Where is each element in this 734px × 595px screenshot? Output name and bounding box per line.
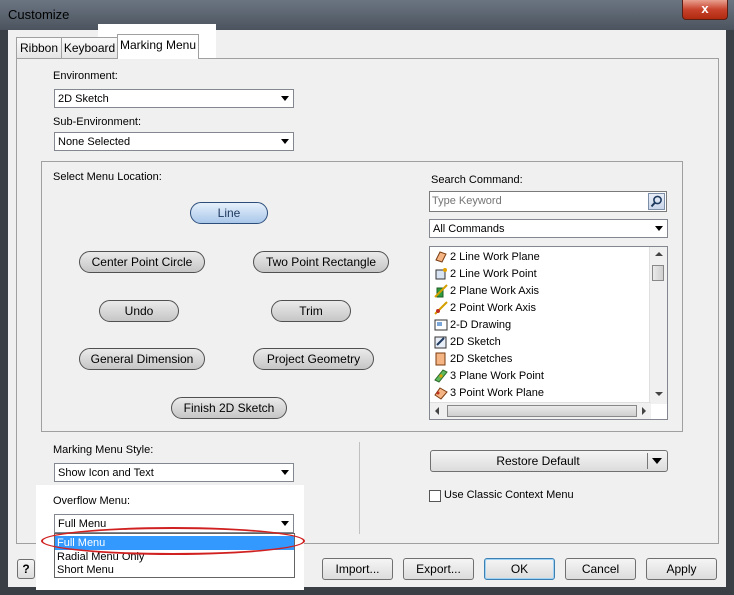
work-point-icon [434, 267, 448, 281]
list-item[interactable]: 2-D Drawing [434, 317, 511, 334]
menu-slot-project-geometry[interactable]: Project Geometry [253, 348, 374, 370]
menu-slot-finish-2d-sketch[interactable]: Finish 2D Sketch [171, 397, 287, 419]
command-filter-value: All Commands [433, 223, 505, 235]
scroll-thumb[interactable] [447, 405, 637, 417]
window-title: Customize [8, 7, 70, 22]
list-item[interactable]: 2 Point Work Axis [434, 300, 536, 317]
search-command-label: Search Command: [431, 174, 523, 186]
work-plane-icon [434, 250, 448, 264]
close-button[interactable]: x [682, 0, 728, 20]
split-divider [647, 453, 648, 469]
command-list[interactable]: 2 Line Work Plane 2 Line Work Point 2 Pl… [429, 246, 668, 420]
work-axis-icon [434, 301, 448, 315]
scroll-left-icon[interactable] [435, 407, 439, 415]
scroll-up-icon[interactable] [655, 252, 663, 256]
dropdown-option-short-menu[interactable]: Short Menu [55, 563, 294, 577]
import-button[interactable]: Import... [322, 558, 393, 580]
chevron-down-icon[interactable] [652, 458, 662, 464]
classic-context-menu-checkbox[interactable] [429, 490, 441, 502]
menu-location-label: Select Menu Location: [53, 171, 162, 183]
marking-menu-style-select[interactable]: Show Icon and Text [54, 463, 294, 482]
export-button[interactable]: Export... [403, 558, 474, 580]
search-box [429, 191, 667, 212]
environment-value: 2D Sketch [58, 93, 109, 105]
menu-slot-undo[interactable]: Undo [99, 300, 179, 322]
annotation-circle [41, 527, 305, 555]
list-item[interactable]: 2 Line Work Point [434, 266, 537, 283]
sub-environment-select[interactable]: None Selected [54, 132, 294, 151]
chevron-down-icon [281, 139, 289, 144]
list-item[interactable]: 2 Line Work Plane [434, 249, 540, 266]
tab-keyboard[interactable]: Keyboard [61, 37, 118, 59]
sub-environment-label: Sub-Environment: [53, 116, 142, 128]
sub-environment-value: None Selected [58, 136, 131, 148]
close-icon: x [701, 1, 709, 16]
restore-default-button[interactable]: Restore Default [430, 450, 668, 472]
menu-slot-general-dimension[interactable]: General Dimension [79, 348, 205, 370]
overflow-menu-value: Full Menu [58, 518, 107, 530]
list-item[interactable]: 3 Point Work Plane [434, 385, 544, 402]
chevron-down-icon [281, 470, 289, 475]
work-plane-icon [434, 386, 448, 400]
command-filter-select[interactable]: All Commands [429, 219, 668, 238]
scroll-right-icon[interactable] [642, 407, 646, 415]
marking-menu-style-label: Marking Menu Style: [53, 444, 154, 456]
menu-slot-line[interactable]: Line [190, 202, 268, 224]
tab-marking-menu[interactable]: Marking Menu [117, 34, 199, 59]
environment-select[interactable]: 2D Sketch [54, 89, 294, 108]
list-item[interactable]: 3 Plane Work Point [434, 368, 544, 385]
sketch-icon [434, 335, 448, 349]
environment-label: Environment: [53, 70, 118, 82]
work-axis-icon [434, 284, 448, 298]
tab-ribbon[interactable]: Ribbon [16, 37, 62, 59]
help-button[interactable]: ? [17, 559, 35, 579]
list-item[interactable]: 2D Sketch [434, 334, 501, 351]
menu-slot-two-point-rectangle[interactable]: Two Point Rectangle [253, 251, 389, 273]
sketches-icon [434, 352, 448, 366]
apply-button[interactable]: Apply [646, 558, 717, 580]
chevron-down-icon [655, 226, 663, 231]
ok-button[interactable]: OK [484, 558, 555, 580]
work-point-icon [434, 369, 448, 383]
chevron-down-icon [281, 521, 289, 526]
list-vertical-scrollbar[interactable] [649, 247, 667, 404]
list-horizontal-scrollbar[interactable] [430, 402, 651, 419]
chevron-down-icon [281, 96, 289, 101]
classic-context-menu-label: Use Classic Context Menu [444, 489, 574, 501]
list-item[interactable]: 2 Plane Work Axis [434, 283, 539, 300]
marking-menu-style-value: Show Icon and Text [58, 467, 154, 479]
menu-slot-center-point-circle[interactable]: Center Point Circle [79, 251, 205, 273]
search-icon[interactable] [648, 193, 665, 210]
help-icon: ? [22, 562, 30, 576]
overflow-menu-label: Overflow Menu: [53, 495, 131, 507]
drawing-icon [434, 318, 448, 332]
search-input[interactable] [431, 193, 646, 209]
list-item[interactable]: 2D Sketches [434, 351, 512, 368]
scroll-down-icon[interactable] [655, 392, 663, 396]
scroll-thumb[interactable] [652, 265, 664, 281]
menu-slot-trim[interactable]: Trim [271, 300, 351, 322]
cancel-button[interactable]: Cancel [565, 558, 636, 580]
separator [359, 442, 360, 534]
